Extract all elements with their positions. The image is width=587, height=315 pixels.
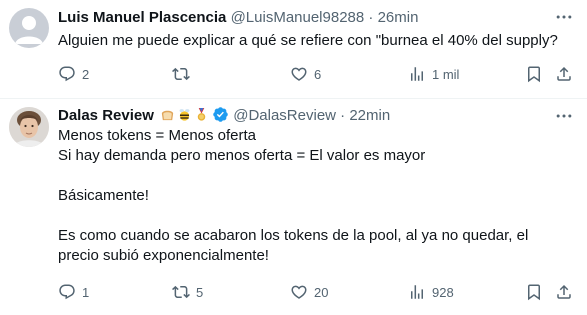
more-icon[interactable]	[554, 7, 574, 27]
action-bar: 1 5 20 928	[0, 282, 587, 302]
text-line	[58, 166, 528, 186]
retweet-icon	[172, 67, 190, 81]
avatar[interactable]	[9, 8, 49, 48]
text-line: Si hay demanda pero menos oferta = El va…	[58, 147, 426, 164]
retweet-count: 5	[196, 284, 204, 300]
separator: ·	[364, 9, 378, 26]
like-count: 6	[314, 66, 322, 82]
views-count: 928	[432, 284, 454, 300]
reply-button[interactable]: 1	[58, 282, 89, 302]
share-button[interactable]	[555, 64, 573, 84]
text-line: Es como cuando se acabaron los tokens de…	[58, 227, 529, 244]
avatar[interactable]	[9, 107, 49, 147]
action-bar: 2 6 1 mil	[0, 64, 587, 84]
separator: ·	[336, 107, 350, 124]
tweet-header: Dalas Review @DalasReview · 22min	[58, 106, 390, 126]
like-button[interactable]: 6	[290, 64, 321, 84]
text-line: precio subió exponencialmente!	[58, 247, 269, 264]
text-line: Básicamente!	[58, 187, 149, 204]
retweet-icon	[172, 285, 190, 299]
views-button[interactable]: 1 mil	[408, 64, 459, 84]
author-handle[interactable]: @DalasReview	[233, 107, 336, 124]
timestamp[interactable]: 22min	[349, 107, 390, 124]
views-icon	[411, 67, 423, 81]
share-icon	[557, 284, 571, 299]
bookmark-button[interactable]	[525, 64, 543, 84]
verified-icon	[212, 106, 229, 123]
tweet-2[interactable]: Dalas Review @DalasReview · 22min Menos …	[0, 99, 587, 315]
bee-emoji-icon	[177, 107, 192, 122]
like-button[interactable]: 20	[290, 282, 328, 302]
bookmark-icon	[528, 284, 540, 301]
reply-button[interactable]: 2	[58, 64, 89, 84]
reply-count: 1	[82, 284, 90, 300]
like-icon	[291, 285, 307, 299]
like-count: 20	[314, 284, 329, 300]
reply-icon	[59, 66, 75, 82]
timestamp[interactable]: 26min	[378, 9, 419, 26]
more-icon[interactable]	[554, 106, 574, 126]
retweet-button[interactable]	[172, 64, 196, 84]
text-line: Alguien me puede explicar a qué se refie…	[58, 32, 558, 49]
author-name[interactable]: Luis Manuel Plascencia	[58, 9, 226, 26]
text-line	[58, 206, 528, 226]
author-name[interactable]: Dalas Review	[58, 107, 154, 124]
views-button[interactable]: 928	[408, 282, 454, 302]
tweet-text: Menos tokens = Menos oferta Si hay deman…	[58, 126, 528, 266]
bookmark-icon	[528, 66, 540, 83]
share-button[interactable]	[555, 282, 573, 302]
medal-emoji-icon	[194, 107, 209, 122]
tweet-header: Luis Manuel Plascencia @LuisManuel98288 …	[58, 8, 418, 28]
retweet-button[interactable]: 5	[172, 282, 203, 302]
reply-count: 2	[82, 66, 90, 82]
reply-icon	[59, 284, 75, 300]
share-icon	[557, 66, 571, 81]
views-icon	[411, 285, 423, 299]
text-line: Menos tokens = Menos oferta	[58, 127, 257, 144]
tweet-1[interactable]: Luis Manuel Plascencia @LuisManuel98288 …	[0, 0, 587, 99]
author-handle[interactable]: @LuisManuel98288	[231, 9, 365, 26]
tweet-text: Alguien me puede explicar a qué se refie…	[58, 31, 558, 51]
bread-emoji-icon	[160, 107, 175, 122]
views-count: 1 mil	[432, 66, 460, 82]
bookmark-button[interactable]	[525, 282, 543, 302]
like-icon	[291, 67, 307, 81]
